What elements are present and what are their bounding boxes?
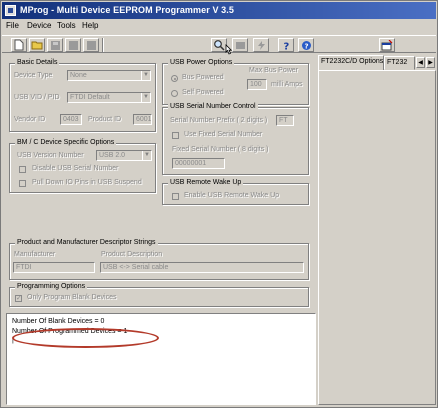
only-blank-checkbox[interactable] xyxy=(15,294,22,302)
descriptors-group: Product and Manufacturer Descriptor Stri… xyxy=(9,239,309,280)
menu-file[interactable]: File xyxy=(6,21,19,30)
product-description-field[interactable]: USB <-> Serial cable xyxy=(100,262,304,273)
tab-content xyxy=(318,70,436,405)
usb-power-group: USB Power Options Bus Powered Self Power… xyxy=(162,59,309,105)
usb-serial-group: USB Serial Number Control Serial Number … xyxy=(162,103,309,175)
stop-icon[interactable] xyxy=(83,38,99,52)
flash-icon[interactable] xyxy=(253,38,269,52)
remote-wakeup-title: USB Remote Wake Up xyxy=(168,179,244,186)
menu-device[interactable]: Device xyxy=(27,21,51,30)
max-power-label: Max Bus Power xyxy=(249,67,299,74)
disable-serial-label: Disable USB Serial Number xyxy=(32,165,119,172)
basic-details-group: Basic Details Device Type None ▼ USB VID… xyxy=(9,59,156,132)
read-device-icon[interactable] xyxy=(232,38,248,52)
fixed-serial-label: Fixed Serial Number ( 8 digits ) xyxy=(172,146,269,153)
save-icon[interactable] xyxy=(47,38,63,52)
window-icon[interactable] xyxy=(379,38,395,52)
open-folder-icon[interactable] xyxy=(29,38,45,52)
pull-down-checkbox[interactable] xyxy=(19,180,26,187)
basic-details-title: Basic Details xyxy=(15,59,60,66)
remote-wakeup-checkbox[interactable] xyxy=(172,193,179,200)
fixed-serial-field[interactable]: 00000001 xyxy=(172,158,225,169)
remote-wakeup-label: Enable USB Remote Wake Up xyxy=(184,192,280,199)
menu-bar: File Device Tools Help xyxy=(2,20,436,33)
annotation-ellipse xyxy=(12,328,159,348)
manufacturer-field[interactable]: FTDI xyxy=(13,262,95,273)
serial-prefix-label: Serial Number Prefix ( 2 digits ) xyxy=(170,117,268,124)
product-id-field[interactable]: 6001 xyxy=(133,114,152,125)
max-power-field[interactable]: 100 xyxy=(247,79,267,90)
bus-powered-radio[interactable] xyxy=(171,75,178,82)
usb-power-title: USB Power Options xyxy=(168,59,235,66)
usb-version-value: USB 2.0 xyxy=(99,152,126,159)
chevron-down-icon[interactable]: ▼ xyxy=(141,93,150,102)
bus-powered-label: Bus Powered xyxy=(182,74,224,81)
tab-scroll-right-icon[interactable]: ▶ xyxy=(426,57,435,68)
usb-vidpid-select[interactable]: FTDI Default ▼ xyxy=(67,92,151,103)
title-bar[interactable]: MProg - Multi Device EEPROM Programmer V… xyxy=(2,2,436,19)
menu-help[interactable]: Help xyxy=(82,21,98,30)
disable-serial-checkbox[interactable] xyxy=(19,166,26,173)
output-line-blank: Number Of Blank Devices = 0 xyxy=(12,318,105,325)
self-powered-radio[interactable] xyxy=(171,90,178,97)
chevron-down-icon[interactable]: ▼ xyxy=(141,71,150,80)
descriptors-title: Product and Manufacturer Descriptor Stri… xyxy=(15,239,158,246)
usb-vidpid-label: USB VID / PID xyxy=(14,94,60,101)
device-type-select[interactable]: None ▼ xyxy=(67,70,151,81)
program-icon[interactable] xyxy=(65,38,81,52)
only-blank-label: Only Program Blank Devices xyxy=(27,294,117,301)
new-file-icon[interactable] xyxy=(11,38,27,52)
usb-vidpid-value: FTDI Default xyxy=(70,94,110,101)
options-tab-panel: FT2232C/D Options FT232 ◀ ▶ xyxy=(318,55,436,405)
usb-version-label: USB Version Number xyxy=(17,152,84,159)
bm-options-group: BM / C Device Specific Options USB Versi… xyxy=(9,139,156,193)
vendor-id-label: Vendor ID xyxy=(14,116,46,123)
bm-options-title: BM / C Device Specific Options xyxy=(15,139,117,146)
pull-down-label: Pull Down IO Pins in USB Suspend xyxy=(32,179,142,186)
use-fixed-serial-checkbox[interactable] xyxy=(172,132,179,139)
manufacturer-label: Manufacturer xyxy=(14,251,56,258)
tab-ft2232cd-options[interactable]: FT2232C/D Options xyxy=(318,55,384,71)
help-icon[interactable]: ? xyxy=(278,38,294,52)
device-type-label: Device Type xyxy=(14,72,53,79)
menu-tools[interactable]: Tools xyxy=(57,21,76,30)
use-fixed-serial-label: Use Fixed Serial Number xyxy=(184,131,263,138)
max-power-unit: milli Amps xyxy=(271,81,303,88)
window-title: MProg - Multi Device EEPROM Programmer V… xyxy=(20,5,234,15)
svg-text:?: ? xyxy=(283,41,289,51)
serial-prefix-field[interactable]: FT xyxy=(276,115,294,126)
tab-strip: FT2232C/D Options FT232 ◀ ▶ xyxy=(318,55,436,71)
toolbar-separator xyxy=(102,38,104,52)
about-icon[interactable]: ? xyxy=(298,38,314,52)
remote-wakeup-group: USB Remote Wake Up Enable USB Remote Wak… xyxy=(162,179,309,205)
self-powered-label: Self Powered xyxy=(182,89,224,96)
app-icon[interactable] xyxy=(5,5,16,16)
product-description-label: Product Description xyxy=(101,251,163,258)
toolbar: ? ? xyxy=(2,35,436,55)
tab-scroll-left-icon[interactable]: ◀ xyxy=(416,57,425,68)
usb-version-select[interactable]: USB 2.0 ▼ xyxy=(96,150,152,161)
device-type-value: None xyxy=(70,72,87,79)
svg-text:?: ? xyxy=(304,42,308,50)
vendor-id-field[interactable]: 0403 xyxy=(60,114,82,125)
output-log[interactable]: Number Of Blank Devices = 0 Number Of Pr… xyxy=(6,313,316,405)
programming-options-title: Programming Options xyxy=(15,283,88,290)
settings-panel: Basic Details Device Type None ▼ USB VID… xyxy=(3,55,316,405)
tab-ft232[interactable]: FT232 xyxy=(384,56,415,70)
main-window: MProg - Multi Device EEPROM Programmer V… xyxy=(0,0,438,408)
usb-serial-title: USB Serial Number Control xyxy=(168,103,258,110)
product-id-label: Product ID xyxy=(88,116,122,123)
chevron-down-icon[interactable]: ▼ xyxy=(142,151,151,160)
programming-options-group: Programming Options Only Program Blank D… xyxy=(9,283,309,307)
